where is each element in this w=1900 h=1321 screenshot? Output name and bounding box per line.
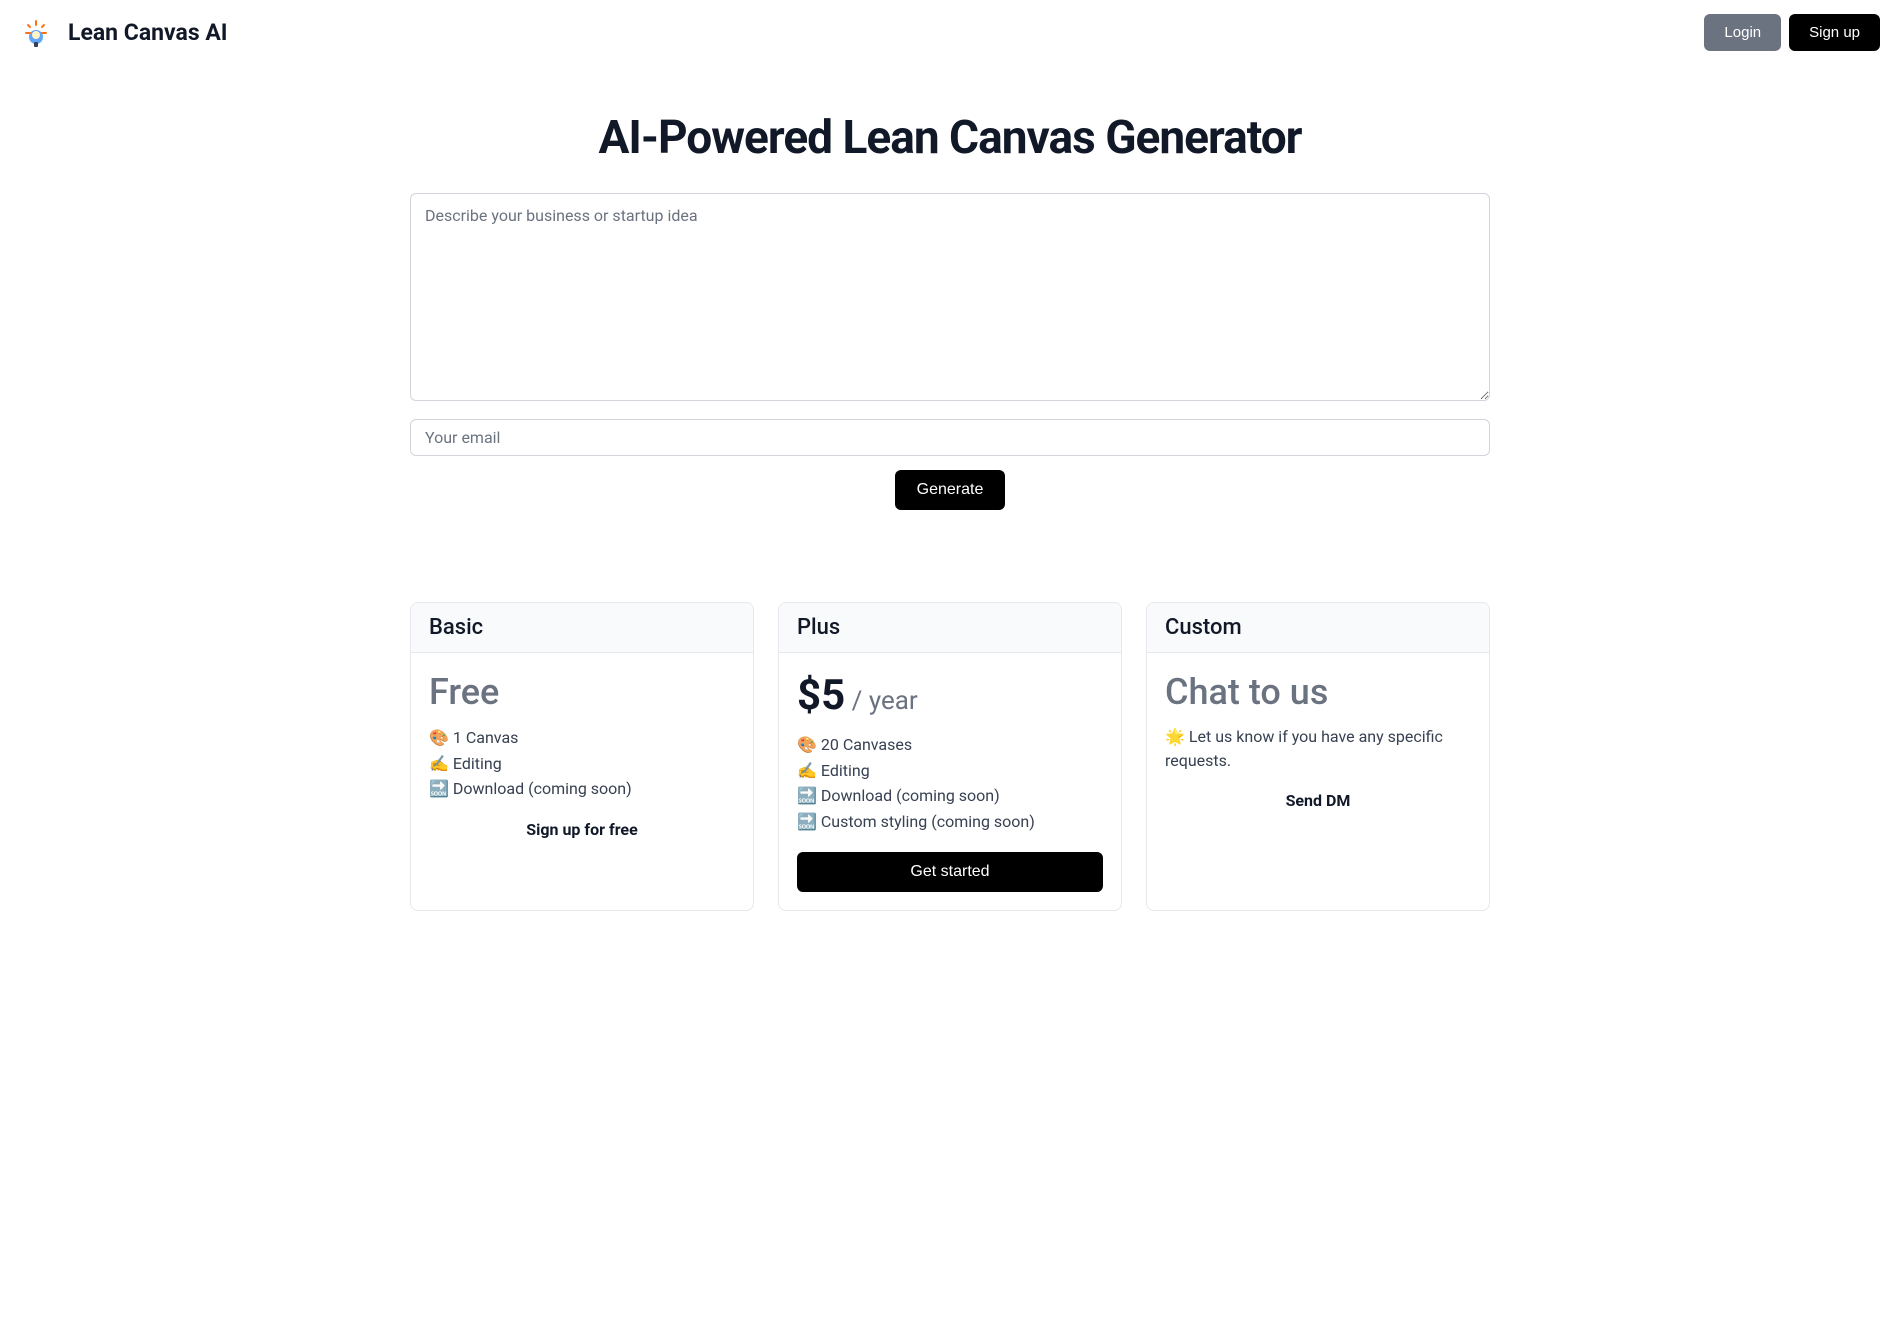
feature-item: ✍️ Editing [797, 758, 1103, 784]
card-header: Basic [411, 603, 753, 653]
price-period: / year [845, 686, 918, 716]
pricing-card-plus: Plus $5 / year 🎨 20 Canvases ✍️ Editing … [778, 602, 1122, 911]
main-container: AI-Powered Lean Canvas Generator Generat… [390, 111, 1510, 911]
card-body: Chat to us 🌟 Let us know if you have any… [1147, 653, 1489, 828]
idea-textarea[interactable] [410, 193, 1490, 401]
feature-item: 🔜 Custom styling (coming soon) [797, 809, 1103, 835]
brand-name: Lean Canvas AI [68, 19, 228, 46]
email-field[interactable] [410, 419, 1490, 456]
plan-title: Basic [429, 615, 735, 640]
get-started-button[interactable]: Get started [797, 852, 1103, 892]
pricing-card-custom: Custom Chat to us 🌟 Let us know if you h… [1146, 602, 1490, 911]
card-cta: Send DM [1165, 791, 1471, 810]
card-header: Plus [779, 603, 1121, 653]
logo-icon [20, 17, 52, 49]
card-body: Free 🎨 1 Canvas ✍️ Editing 🔜 Download (c… [411, 653, 753, 857]
card-body: $5 / year 🎨 20 Canvases ✍️ Editing 🔜 Dow… [779, 653, 1121, 910]
plan-price: $5 / year [797, 671, 1103, 720]
signup-button[interactable]: Sign up [1789, 14, 1880, 51]
page-title: AI-Powered Lean Canvas Generator [410, 111, 1490, 165]
feature-item: 🔜 Download (coming soon) [429, 776, 735, 802]
feature-list: 🎨 20 Canvases ✍️ Editing 🔜 Download (com… [797, 732, 1103, 834]
card-cta: Sign up for free [429, 820, 735, 839]
plan-description: 🌟 Let us know if you have any specific r… [1165, 725, 1471, 773]
feature-item: 🔜 Download (coming soon) [797, 783, 1103, 809]
generate-button[interactable]: Generate [895, 470, 1006, 510]
price-amount: $5 [797, 671, 845, 720]
login-button[interactable]: Login [1704, 14, 1781, 51]
pricing-grid: Basic Free 🎨 1 Canvas ✍️ Editing 🔜 Downl… [410, 602, 1490, 911]
signup-free-link[interactable]: Sign up for free [526, 820, 637, 839]
generate-wrap: Generate [410, 470, 1490, 510]
brand: Lean Canvas AI [20, 17, 228, 49]
feature-item: 🎨 1 Canvas [429, 725, 735, 751]
pricing-card-basic: Basic Free 🎨 1 Canvas ✍️ Editing 🔜 Downl… [410, 602, 754, 911]
card-header: Custom [1147, 603, 1489, 653]
send-dm-link[interactable]: Send DM [1286, 791, 1351, 810]
feature-item: ✍️ Editing [429, 751, 735, 777]
plan-title: Plus [797, 615, 1103, 640]
auth-buttons: Login Sign up [1704, 14, 1880, 51]
feature-item: 🎨 20 Canvases [797, 732, 1103, 758]
plan-price: Chat to us [1165, 671, 1471, 713]
feature-list: 🎨 1 Canvas ✍️ Editing 🔜 Download (coming… [429, 725, 735, 802]
plan-title: Custom [1165, 615, 1471, 640]
plan-price: Free [429, 671, 735, 713]
header: Lean Canvas AI Login Sign up [0, 0, 1900, 65]
